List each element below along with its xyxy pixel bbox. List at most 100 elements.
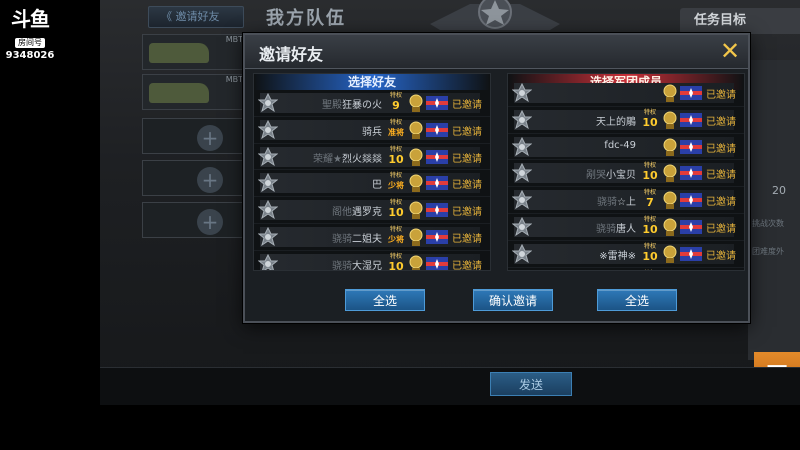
player-prefix: 荣耀★	[313, 153, 342, 165]
flag-icon	[426, 176, 448, 191]
player-row[interactable]: 骁骑唐人 特权 10 已邀请	[508, 214, 744, 241]
select-all-legion-button[interactable]: 全选	[597, 289, 677, 311]
rank-badge-icon	[512, 109, 532, 129]
dialog-title: 邀请好友	[259, 45, 324, 64]
player-name: fdc-49	[536, 140, 636, 151]
player-row[interactable]: 骁骑☆上 特权 7 已邀请	[508, 187, 744, 214]
player-row[interactable]: ※雷神※ 特权 10 已邀请	[508, 241, 744, 268]
friends-list[interactable]: 聖殿狂暴の火 特权 9 已邀请 骑兵 特权 准将 已邀请 荣耀★烈火燚燚 特权 10 已邀请巴特权 少将…	[254, 90, 490, 271]
player-name-text: 天上的鵰	[596, 116, 636, 128]
close-icon[interactable]: ✕	[718, 39, 742, 63]
player-name-text: 狂暴の火	[342, 100, 382, 111]
plus-icon: +	[197, 125, 223, 151]
privilege-value: 10	[388, 259, 404, 271]
player-row[interactable]: 巴特权 少将 已邀请	[254, 170, 490, 198]
rank-badge-icon	[258, 173, 278, 193]
privilege-level: 特权 10	[640, 109, 660, 131]
team-slot-2[interactable]: MBT	[142, 74, 248, 110]
tank-label: MBT	[225, 75, 243, 84]
rank-badge-icon	[512, 243, 532, 263]
player-name-text: 二姐夫	[352, 233, 382, 245]
room-label: 房间号	[15, 38, 45, 48]
invited-status: 已邀请	[706, 197, 736, 209]
side-text-2: 团难度外	[752, 247, 784, 256]
player-name: 阁他遇罗克	[282, 203, 382, 218]
flag-icon	[680, 166, 702, 181]
player-row[interactable]: 骑兵 特权 准将 已邀请	[254, 117, 490, 144]
invited-status: 已邀请	[706, 143, 736, 155]
invited-status: 已邀请	[706, 116, 736, 128]
side-info-panel: 20 挑战次数 团难度外	[748, 60, 800, 360]
team-title: 我方队伍	[266, 8, 346, 29]
player-name: ※雷神※	[536, 247, 636, 262]
empty-slot-3[interactable]: +	[142, 202, 248, 238]
privilege-value: 10	[388, 206, 404, 220]
medal-icon	[409, 255, 423, 270]
medal-icon	[409, 228, 423, 246]
player-prefix: 阁他	[332, 207, 352, 219]
player-name-text: 巴	[372, 180, 382, 192]
invited-status: 已邀请	[452, 100, 482, 111]
flag-icon	[426, 122, 448, 137]
privilege-level: 特权 少将	[386, 226, 406, 248]
send-button[interactable]: 发送	[490, 372, 572, 396]
privilege-value: 10	[642, 169, 658, 183]
tank-icon	[149, 83, 209, 103]
flag-icon	[426, 96, 448, 110]
player-name: 天上的鵰	[536, 113, 636, 128]
team-slot-1[interactable]: MBT	[142, 34, 248, 70]
player-name-text: 遇罗克	[352, 207, 382, 219]
player-name: 骁骑唐人	[536, 220, 636, 235]
flag-icon	[426, 149, 448, 164]
rank-emblem-icon	[430, 0, 560, 30]
empty-slot-2[interactable]: +	[142, 160, 248, 196]
room-number: 9348026	[5, 50, 55, 61]
player-row[interactable]: 骁骑二姐夫 特权 少将 已邀请	[254, 224, 490, 251]
rank-badge-icon	[258, 93, 278, 113]
rank-badge-icon	[512, 190, 532, 210]
player-row[interactable]: 天上的鵰 特权 10 已邀请	[508, 107, 744, 134]
privilege-level: 特权 少将	[386, 172, 406, 194]
tank-label: MBT	[225, 35, 243, 44]
privilege-level: 特权 10	[386, 253, 406, 271]
privilege-value: 10	[642, 115, 658, 129]
player-row[interactable]: 已邀请	[508, 80, 744, 107]
invited-status: 已邀请	[452, 260, 482, 271]
player-row[interactable]: 剐哭小宝贝 特权 10 已邀请	[508, 160, 744, 188]
privilege-label: 特权	[389, 118, 402, 126]
player-row[interactable]: 英雄纵马特权8已邀请	[508, 268, 744, 271]
privilege-value: 7	[646, 196, 654, 210]
invited-status: 已邀请	[452, 207, 482, 219]
rank-badge-icon	[512, 136, 532, 156]
confirm-invite-button[interactable]: 确认邀请	[473, 289, 553, 311]
player-row[interactable]: 聖殿狂暴の火 特权 9 已邀请	[254, 90, 490, 117]
empty-slot-1[interactable]: +	[142, 118, 248, 154]
player-row[interactable]: 荣耀★烈火燚燚 特权 10 已邀请	[254, 144, 490, 171]
back-button[interactable]: 《 邀请好友	[148, 6, 244, 28]
rank-badge-icon	[512, 83, 532, 103]
player-row[interactable]: fdc-49 已邀请	[508, 134, 744, 161]
privilege-value: 少将	[388, 234, 404, 244]
player-name: 骁骑☆上	[536, 193, 636, 208]
player-name: 巴	[282, 176, 382, 191]
flag-icon	[426, 229, 448, 244]
medal-icon	[409, 174, 423, 193]
dialog-header: 邀请好友 ✕	[245, 35, 748, 69]
flag-icon	[680, 246, 702, 261]
privilege-level: 特权 10	[386, 199, 406, 221]
invited-status: 已邀请	[452, 233, 482, 245]
invite-friends-dialog: 邀请好友 ✕ 选择好友 聖殿狂暴の火 特权 9 已邀请 骑兵 特权 准将 已邀请 荣耀★烈火燚燚…	[243, 33, 750, 323]
legion-list[interactable]: 已邀请 天上的鵰 特权 10 已邀请 fdc-49 已邀请 剐哭小宝贝 特权 10 已邀请 骁骑☆上特…	[508, 80, 744, 271]
invited-status: 已邀请	[452, 153, 482, 165]
privilege-value: 10	[642, 249, 658, 263]
player-row[interactable]: 阁他遇罗克 特权 10 已邀请	[254, 197, 490, 224]
medal-icon	[663, 111, 677, 129]
back-button-label: 邀请好友	[175, 10, 220, 23]
player-prefix: 剐哭	[586, 170, 606, 182]
privilege-value: 10	[388, 152, 404, 166]
player-row[interactable]: 骁骑大湿兄 特权 10 已邀请	[254, 251, 490, 271]
task-title: 任务目标	[680, 8, 800, 34]
privilege-level: 特权 10	[640, 162, 660, 184]
select-all-friends-button[interactable]: 全选	[345, 289, 425, 311]
player-name-text: 大湿兄	[352, 260, 382, 271]
